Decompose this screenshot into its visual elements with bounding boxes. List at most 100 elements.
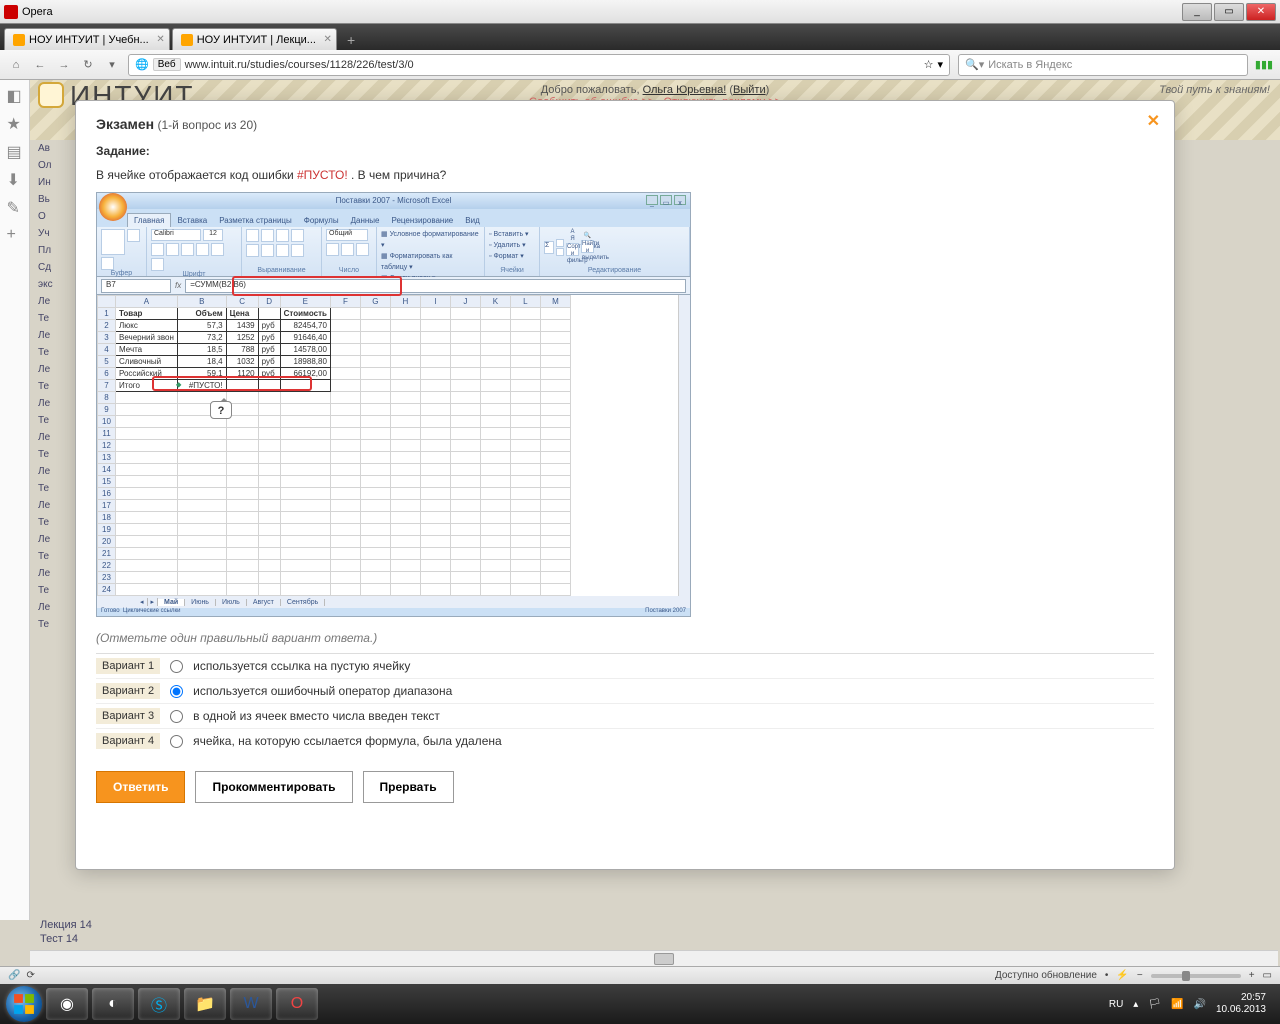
- page-scrollbar[interactable]: [30, 950, 1278, 966]
- tab-favicon-icon: [181, 34, 193, 46]
- option-radio[interactable]: [170, 660, 183, 673]
- excel-screenshot: Поставки 2007 - Microsoft Excel _▭x Глав…: [96, 192, 691, 617]
- close-button[interactable]: ✕: [1246, 3, 1276, 21]
- system-tray: RU ▴ 🏳 📶 🔊 20:57 10.06.2013: [1109, 992, 1274, 1016]
- network-icon[interactable]: 📶: [1171, 999, 1183, 1010]
- option-radio[interactable]: [170, 710, 183, 723]
- modal-close-icon[interactable]: ✕: [1147, 111, 1160, 131]
- comment-button[interactable]: Прокомментировать: [195, 771, 352, 803]
- lesson-label: Лекция 14: [40, 918, 92, 932]
- app-task-icon[interactable]: ◐: [92, 988, 134, 1020]
- turbo-icon[interactable]: ⚡: [1116, 970, 1128, 981]
- office-button-icon: [99, 193, 127, 221]
- web-label: Веб: [153, 58, 181, 71]
- notes-icon[interactable]: ✎: [7, 198, 23, 214]
- option-label: Вариант 1: [96, 658, 160, 674]
- option-row[interactable]: Вариант 3в одной из ячеек вместо числа в…: [96, 703, 1154, 728]
- test-label: Тест 14: [40, 932, 92, 946]
- search-box[interactable]: 🔍▾ Искать в Яндекс: [958, 54, 1248, 76]
- option-row[interactable]: Вариант 1 используется ссылка на пустую я…: [96, 653, 1154, 678]
- reload-icon[interactable]: ↻: [80, 57, 96, 73]
- excel-statusbar: Готово Циклические ссылки Поставки 2007: [97, 608, 690, 616]
- history-icon[interactable]: ▤: [7, 142, 23, 158]
- chrome-task-icon[interactable]: ◉: [46, 988, 88, 1020]
- start-button[interactable]: [6, 986, 42, 1022]
- option-radio[interactable]: [170, 735, 183, 748]
- wand-icon[interactable]: ▾: [104, 57, 120, 73]
- url-bar[interactable]: 🌐 Веб www.intuit.ru/studies/courses/1128…: [128, 54, 950, 76]
- zoom-out-icon[interactable]: −: [1137, 970, 1143, 981]
- bg-lesson: Лекция 14 Тест 14: [40, 918, 92, 946]
- submit-button[interactable]: Ответить: [96, 771, 185, 803]
- downloads-icon[interactable]: ⬇: [7, 170, 23, 186]
- logout-link[interactable]: Выйти: [733, 84, 766, 96]
- stats-icon[interactable]: ▮▮▮: [1256, 57, 1272, 73]
- fit-icon[interactable]: ▭: [1263, 970, 1272, 981]
- tab-close-icon[interactable]: ✕: [324, 34, 332, 45]
- clock[interactable]: 20:57 10.06.2013: [1216, 992, 1266, 1016]
- update-text[interactable]: Доступно обновление: [995, 970, 1097, 981]
- scroll-thumb[interactable]: [654, 953, 674, 965]
- option-radio[interactable]: [170, 685, 183, 698]
- slogan: Твой путь к знаниям!: [1159, 84, 1270, 96]
- dropdown-icon[interactable]: ▾: [937, 58, 943, 71]
- option-label: Вариант 2: [96, 683, 160, 699]
- tab-close-icon[interactable]: ✕: [156, 34, 164, 45]
- new-tab-button[interactable]: +: [339, 30, 363, 50]
- add-icon[interactable]: +: [7, 226, 23, 242]
- abort-button[interactable]: Прервать: [363, 771, 454, 803]
- link-icon[interactable]: 🔗: [8, 970, 20, 981]
- option-text: ячейка, на которую ссылается формула, бы…: [193, 734, 502, 748]
- minimize-button[interactable]: _: [1182, 3, 1212, 21]
- tab-title: НОУ ИНТУИТ | Лекци...: [197, 34, 316, 46]
- option-label: Вариант 3: [96, 708, 160, 724]
- option-label: Вариант 4: [96, 733, 160, 749]
- sync-icon[interactable]: ⟳: [26, 970, 34, 981]
- lang-indicator[interactable]: RU: [1109, 999, 1123, 1010]
- callout-icon: ?: [210, 401, 232, 419]
- ribbon-tabs: ГлавнаяВставкаРазметка страницыФормулыДа…: [97, 209, 690, 227]
- user-link[interactable]: Ольга Юрьевна!: [643, 84, 727, 96]
- tray-expand-icon[interactable]: ▴: [1133, 999, 1138, 1010]
- name-box: B7: [101, 279, 171, 293]
- taskbar: ◉ ◐ Ⓢ 📁 W O RU ▴ 🏳 📶 🔊 20:57 10.06.2013: [0, 984, 1280, 1024]
- zoom-in-icon[interactable]: +: [1249, 970, 1255, 981]
- tab-favicon-icon: [13, 34, 25, 46]
- intuit-logo-icon: [38, 82, 64, 108]
- skype-task-icon[interactable]: Ⓢ: [138, 988, 180, 1020]
- tab-2[interactable]: НОУ ИНТУИТ | Лекци... ✕: [172, 28, 337, 50]
- globe-icon: 🌐: [135, 58, 149, 71]
- task-label: Задание:: [96, 144, 1154, 158]
- back-icon[interactable]: ←: [32, 57, 48, 73]
- zoom-slider[interactable]: [1151, 974, 1241, 978]
- bookmark-icon[interactable]: ★: [7, 114, 23, 130]
- opera-task-icon[interactable]: O: [276, 988, 318, 1020]
- modal-subtitle: (1-й вопрос из 20): [154, 118, 257, 132]
- instruction: (Отметьте один правильный вариант ответа…: [96, 631, 1154, 645]
- option-text: используется ошибочный оператор диапазон…: [193, 684, 452, 698]
- tab-title: НОУ ИНТУИТ | Учебн...: [29, 34, 149, 46]
- question-text: В ячейке отображается код ошибки #ПУСТО!…: [96, 168, 1154, 182]
- ribbon: Буфер обм... Calibri 12 Шрифт Выравниван…: [97, 227, 690, 277]
- spreadsheet-grid: ABCDEFGHIJKLM1ТоварОбъемЦенаСтоимость2Лю…: [97, 295, 678, 596]
- forward-icon[interactable]: →: [56, 57, 72, 73]
- word-task-icon[interactable]: W: [230, 988, 272, 1020]
- opera-icon: [4, 5, 18, 19]
- app-name: Opera: [22, 6, 53, 18]
- explorer-task-icon[interactable]: 📁: [184, 988, 226, 1020]
- window-titlebar: Opera _ ▭ ✕: [0, 0, 1280, 24]
- volume-icon[interactable]: 🔊: [1193, 999, 1205, 1010]
- home-icon[interactable]: ⌂: [8, 57, 24, 73]
- tab-1[interactable]: НОУ ИНТУИТ | Учебн... ✕: [4, 28, 170, 50]
- maximize-button[interactable]: ▭: [1214, 3, 1244, 21]
- tab-bar: НОУ ИНТУИТ | Учебн... ✕ НОУ ИНТУИТ | Лек…: [0, 24, 1280, 50]
- star-icon[interactable]: ☆: [924, 58, 934, 71]
- option-row[interactable]: Вариант 2 используется ошибочный оператор…: [96, 678, 1154, 703]
- fx-icon: fx: [175, 281, 181, 290]
- option-text: используется ссылка на пустую ячейку: [193, 659, 410, 673]
- panel-icon[interactable]: ◧: [7, 86, 23, 102]
- flag-icon[interactable]: 🏳: [1148, 999, 1161, 1010]
- opera-panel: ◧ ★ ▤ ⬇ ✎ +: [0, 80, 30, 920]
- formula-input: =СУММ(B2 B6): [185, 279, 686, 293]
- option-row[interactable]: Вариант 4 ячейка, на которую ссылается фо…: [96, 728, 1154, 753]
